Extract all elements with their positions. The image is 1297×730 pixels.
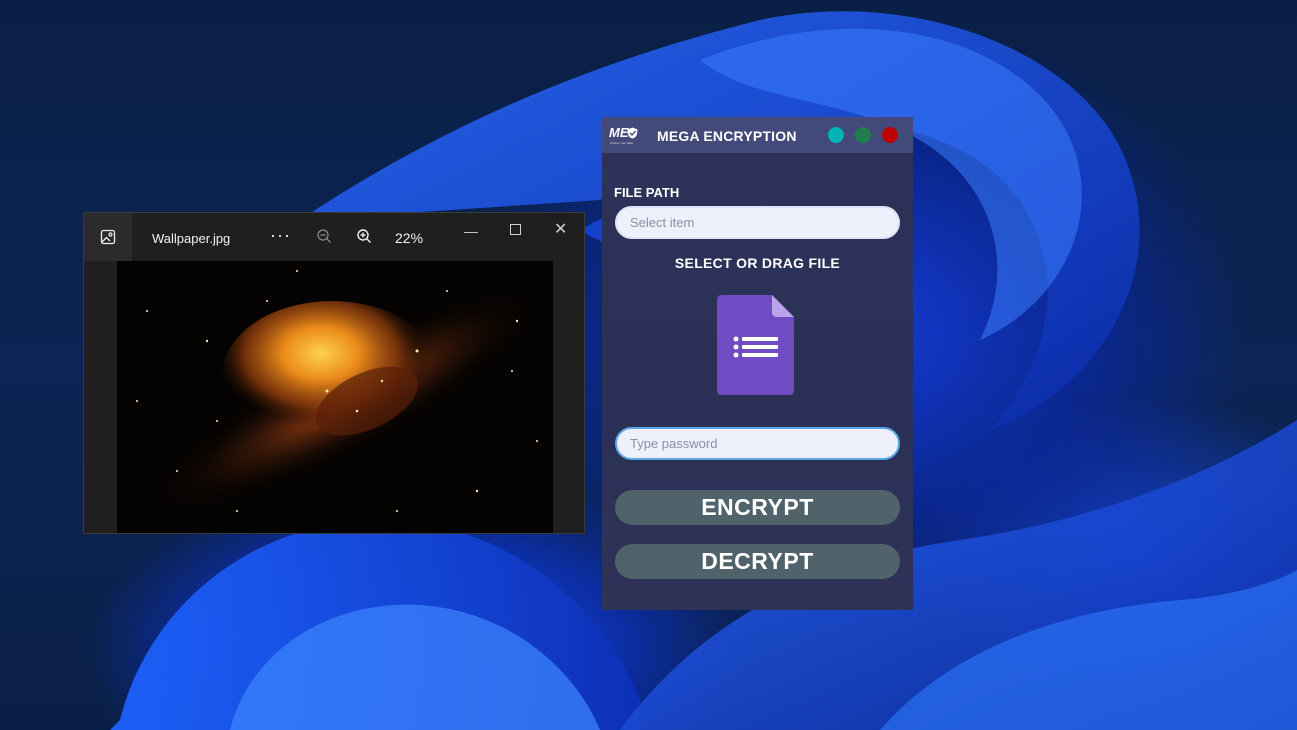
close-icon[interactable]: ✕: [554, 219, 567, 239]
close-dot-button[interactable]: [882, 127, 898, 143]
photos-app-icon[interactable]: [84, 213, 132, 261]
window-title: MEGA ENCRYPTION: [657, 128, 797, 144]
mega-titlebar[interactable]: ME Protect your data MEGA ENCRYPTION: [602, 117, 913, 153]
viewer-titlebar[interactable]: Wallpaper.jpg ··· 22% — ✕: [84, 213, 584, 261]
decrypt-button[interactable]: DECRYPT: [615, 544, 900, 579]
mega-encryption-window[interactable]: ME Protect your data MEGA ENCRYPTION FIL…: [602, 117, 913, 610]
zoom-out-icon[interactable]: [316, 228, 332, 247]
zoom-in-icon[interactable]: [356, 228, 372, 247]
viewer-file-name: Wallpaper.jpg: [152, 231, 231, 246]
minimize-dot-button[interactable]: [855, 127, 871, 143]
mega-logo: ME Protect your data: [609, 125, 641, 147]
more-options-icon[interactable]: ···: [270, 225, 291, 246]
help-dot-button[interactable]: [828, 127, 844, 143]
encrypt-button[interactable]: ENCRYPT: [615, 490, 900, 525]
shield-icon: [627, 127, 638, 139]
select-drag-label[interactable]: SELECT OR DRAG FILE: [602, 255, 913, 271]
galaxy-image: [117, 261, 553, 533]
zoom-level[interactable]: 22%: [395, 230, 423, 246]
file-path-input[interactable]: Select item: [615, 206, 900, 239]
password-input[interactable]: Type password: [615, 427, 900, 460]
file-path-label: FILE PATH: [614, 185, 680, 200]
logo-text: ME: [609, 125, 629, 140]
logo-tagline: Protect your data: [610, 141, 633, 145]
document-icon[interactable]: [717, 295, 794, 400]
minimize-icon[interactable]: —: [464, 223, 478, 239]
photo-viewer-window[interactable]: Wallpaper.jpg ··· 22% — ✕: [83, 212, 585, 534]
maximize-icon[interactable]: [510, 224, 521, 235]
